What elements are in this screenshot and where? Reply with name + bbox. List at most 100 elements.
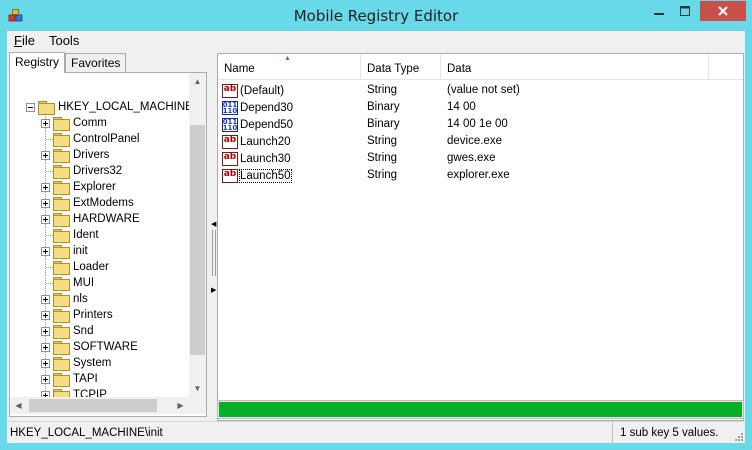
- registry-tree[interactable]: HKEY_LOCAL_MACHINE Comm ControlPanel Driver…: [9, 72, 207, 417]
- expand-right-arrow-icon[interactable]: ▶: [211, 286, 216, 294]
- list-item[interactable]: ab (Default) String (value not set): [218, 82, 743, 99]
- tree-collapse-icon[interactable]: [26, 102, 35, 112]
- tree-node-label: Loader: [73, 261, 109, 273]
- tree-node-controlpanel[interactable]: ControlPanel: [41, 131, 139, 147]
- tree-expand-icon[interactable]: [41, 214, 50, 224]
- tree-vertical-scroll-thumb[interactable]: [190, 125, 205, 355]
- list-header: ▲ Name Data Type Data: [218, 54, 743, 80]
- tree-expand-icon[interactable]: [41, 342, 50, 352]
- tree-horizontal-scroll-thumb[interactable]: [29, 399, 157, 412]
- tree-node-mui[interactable]: MUI: [41, 275, 94, 291]
- tree-node-label: Printers: [73, 309, 113, 321]
- tree-expand-icon[interactable]: [41, 198, 50, 208]
- folder-icon: [53, 340, 70, 355]
- tree-viewport: HKEY_LOCAL_MACHINE Comm ControlPanel Driver…: [10, 73, 189, 397]
- value-name: Launch50: [239, 168, 292, 183]
- menu-tools[interactable]: Tools: [42, 31, 86, 50]
- folder-icon: [53, 228, 70, 243]
- string-value-icon: ab: [222, 134, 238, 149]
- menu-bar: File Tools: [7, 31, 745, 50]
- folder-icon: [53, 132, 70, 147]
- folder-icon: [53, 388, 70, 397]
- tree-node-drivers[interactable]: Drivers: [41, 147, 109, 163]
- folder-icon: [53, 148, 70, 163]
- tab-registry[interactable]: Registry: [9, 52, 66, 73]
- tree-node-label: nls: [73, 293, 88, 305]
- value-name-cell: ab Launch30: [222, 150, 291, 167]
- list-item[interactable]: ab Launch20 String device.exe: [218, 133, 743, 150]
- tree-expand-icon[interactable]: [41, 246, 50, 256]
- list-item[interactable]: ab Launch30 String gwes.exe: [218, 150, 743, 167]
- tree-node-label: ControlPanel: [73, 133, 140, 145]
- tree-expand-icon[interactable]: [41, 118, 50, 128]
- tree-node-label: Drivers32: [73, 165, 123, 177]
- value-name-cell: 011 110 Depend50: [222, 116, 293, 133]
- menu-file[interactable]: File: [7, 31, 42, 50]
- tree-node-init[interactable]: init: [41, 243, 88, 259]
- tree-expand-icon[interactable]: [41, 358, 50, 368]
- list-item[interactable]: 011 110 Depend50 Binary 14 00 1e 00: [218, 116, 743, 133]
- folder-icon: [53, 196, 70, 211]
- tree-node-label: HKEY_LOCAL_MACHINE: [58, 101, 189, 113]
- folder-icon: [53, 244, 70, 259]
- tree-expand-icon[interactable]: [41, 150, 50, 160]
- tree-node-label: init: [73, 245, 88, 257]
- tree-node-label: TAPI: [73, 373, 98, 385]
- tree-node-tapi[interactable]: TAPI: [41, 371, 98, 387]
- list-item[interactable]: 011 110 Depend30 Binary 14 00: [218, 99, 743, 116]
- tree-horizontal-scrollbar[interactable]: ◀ ▶: [10, 397, 189, 414]
- tree-expand-icon[interactable]: [41, 326, 50, 336]
- folder-icon: [53, 372, 70, 387]
- title-bar[interactable]: Mobile Registry Editor: [0, 0, 752, 31]
- tree-node-software[interactable]: SOFTWARE: [41, 339, 138, 355]
- tree-node-label: Drivers: [73, 149, 110, 161]
- resize-grip-icon[interactable]: [733, 431, 744, 442]
- folder-icon: [53, 292, 70, 307]
- column-header-data-type[interactable]: Data Type: [361, 54, 441, 80]
- value-name: Depend50: [240, 118, 294, 131]
- tree-node-ident[interactable]: Ident: [41, 227, 99, 243]
- tree-expand-icon[interactable]: [41, 182, 50, 192]
- tree-node-explorer[interactable]: Explorer: [41, 179, 116, 195]
- tree-node-snd[interactable]: Snd: [41, 323, 93, 339]
- close-button[interactable]: [700, 1, 746, 21]
- value-data-cell: gwes.exe: [447, 152, 496, 164]
- maximize-button[interactable]: [672, 1, 698, 21]
- tree-node-drivers32[interactable]: Drivers32: [41, 163, 122, 179]
- value-data-cell: 14 00: [447, 101, 476, 113]
- value-name: (Default): [240, 84, 285, 97]
- value-name: Launch20: [240, 135, 291, 148]
- column-header-data[interactable]: Data: [441, 54, 709, 80]
- tree-node-system[interactable]: System: [41, 355, 111, 371]
- tree-expand-icon[interactable]: [41, 310, 50, 320]
- tree-node-label: MUI: [73, 277, 95, 289]
- client-area: File Tools Registry Favorites HKEY_LOCAL…: [7, 31, 745, 443]
- values-list[interactable]: ▲ Name Data Type Data ab (Default) String(…: [217, 53, 744, 421]
- value-type-cell: Binary: [367, 101, 400, 113]
- tree-expand-icon[interactable]: [41, 294, 50, 304]
- scroll-up-arrow-icon[interactable]: ▲: [189, 73, 206, 90]
- scroll-down-arrow-icon[interactable]: ▼: [189, 380, 206, 397]
- column-header-name[interactable]: ▲ Name: [218, 54, 361, 80]
- tree-node-label: Ident: [73, 229, 99, 241]
- tree-node-printers[interactable]: Printers: [41, 307, 113, 323]
- scroll-right-arrow-icon[interactable]: ▶: [172, 397, 189, 414]
- minimize-button[interactable]: [646, 1, 672, 21]
- tree-node-hardware[interactable]: HARDWARE: [41, 211, 140, 227]
- list-item[interactable]: ab Launch50 String explorer.exe: [218, 167, 743, 184]
- tree-node-label: Comm: [73, 117, 107, 129]
- tree-node-extmodems[interactable]: ExtModems: [41, 195, 134, 211]
- menu-file-rest: ile: [21, 33, 35, 48]
- tree-node-tcpip[interactable]: TCPIP: [41, 387, 107, 397]
- folder-icon: [53, 324, 70, 339]
- tree-expand-icon[interactable]: [41, 374, 50, 384]
- tree-node-root[interactable]: HKEY_LOCAL_MACHINE: [26, 99, 189, 115]
- tab-favorites[interactable]: Favorites: [65, 53, 127, 72]
- scroll-left-arrow-icon[interactable]: ◀: [10, 397, 27, 414]
- collapse-left-arrow-icon[interactable]: ◀: [211, 220, 216, 228]
- tree-node-comm[interactable]: Comm: [41, 115, 107, 131]
- tree-node-nls[interactable]: nls: [41, 291, 88, 307]
- splitter-grip[interactable]: [212, 230, 216, 276]
- tree-node-loader[interactable]: Loader: [41, 259, 109, 275]
- tree-vertical-scrollbar[interactable]: ▲ ▼: [189, 73, 206, 397]
